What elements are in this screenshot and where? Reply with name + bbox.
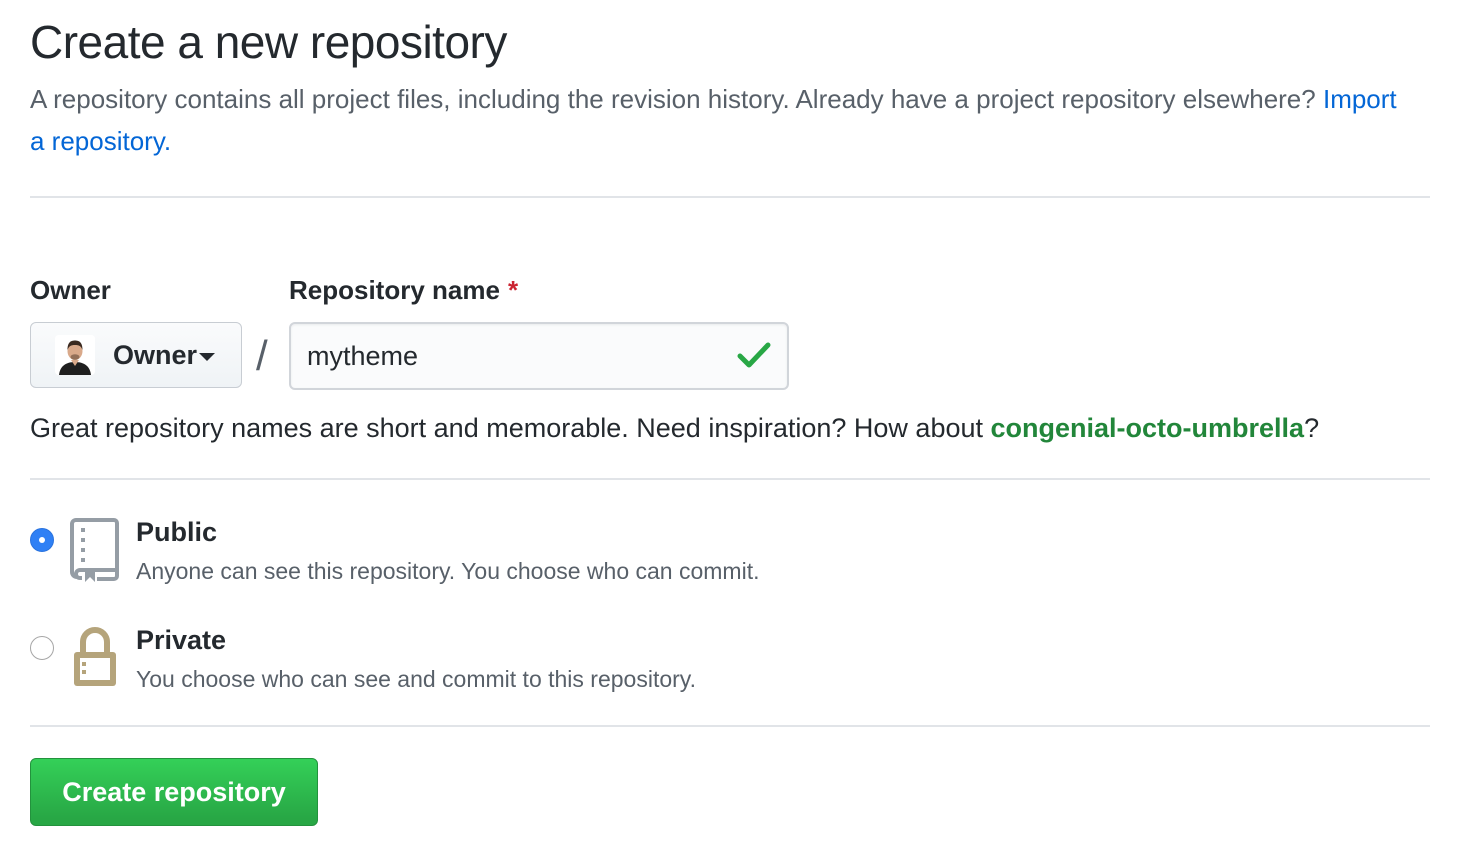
public-radio[interactable] [30, 528, 54, 552]
visibility-option-public[interactable]: Public Anyone can see this repository. Y… [30, 516, 759, 586]
hint-end: ? [1304, 413, 1320, 443]
owner-repo-separator: / [256, 332, 268, 379]
divider [30, 478, 1430, 480]
create-repository-page: Create a new repository A repository con… [0, 0, 1460, 850]
private-option-text: Private You choose who can see and commi… [136, 624, 696, 694]
visibility-option-private[interactable]: Private You choose who can see and commi… [30, 624, 696, 694]
page-title: Create a new repository [30, 16, 507, 68]
owner-label: Owner [30, 275, 111, 305]
owner-dropdown-button[interactable]: Owner [30, 322, 242, 388]
public-option-description: Anyone can see this repository. You choo… [136, 558, 760, 584]
subtitle-text: A repository contains all project files,… [30, 84, 1316, 114]
user-avatar [55, 335, 95, 375]
repository-name-field [289, 322, 789, 390]
hint-text: Great repository names are short and mem… [30, 413, 983, 443]
public-option-title: Public [136, 517, 218, 547]
owner-selected-value: Owner [113, 339, 198, 370]
private-option-title: Private [136, 625, 227, 655]
required-asterisk: * [507, 275, 519, 305]
repo-icon [70, 518, 119, 582]
private-radio[interactable] [30, 636, 54, 660]
lock-icon [74, 627, 116, 686]
public-option-text: Public Anyone can see this repository. Y… [136, 516, 759, 586]
repository-name-hint: Great repository names are short and mem… [30, 410, 1319, 446]
divider [30, 725, 1430, 727]
private-option-description: You choose who can see and commit to thi… [136, 666, 696, 692]
repository-name-label: Repository name * [289, 274, 518, 306]
repository-name-input[interactable] [291, 324, 711, 388]
suggested-name-link[interactable]: congenial-octo-umbrella [991, 413, 1305, 443]
repository-name-label-text: Repository name [289, 275, 500, 305]
check-icon [737, 342, 771, 368]
divider [30, 196, 1430, 198]
create-repository-button[interactable]: Create repository [30, 758, 318, 826]
page-subtitle: A repository contains all project files,… [30, 78, 1410, 162]
chevron-down-icon [199, 353, 216, 361]
